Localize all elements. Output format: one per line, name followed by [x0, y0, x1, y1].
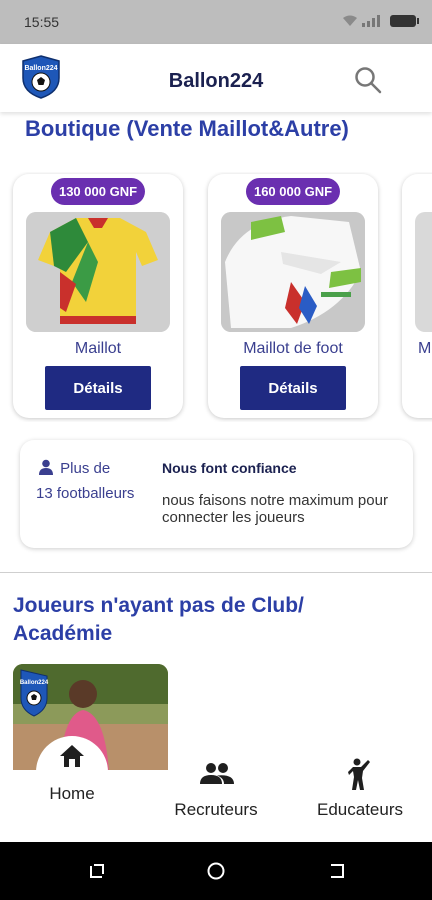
- product-name: Maillot: [74, 340, 122, 357]
- shop-section-title: Boutique (Vente Maillot&Autre): [25, 116, 349, 141]
- home-system-icon[interactable]: [207, 862, 225, 880]
- product-card[interactable]: 160 000 GNF Maillot de foot Détails: [208, 174, 378, 418]
- plus-de-text: Plus de: [60, 460, 111, 477]
- divider: [0, 572, 432, 573]
- product-image-jersey-yellow: [26, 212, 170, 332]
- product-carousel[interactable]: 130 000 GNF Maillot Détails 160 000 GNF: [0, 172, 432, 422]
- footballers-count-label: Plus de: [38, 458, 148, 480]
- wifi-icon: [343, 15, 357, 26]
- product-card[interactable]: 130 000 GNF Maillot Détails: [13, 174, 183, 418]
- people-icon: [200, 763, 234, 784]
- nav-home-label: Home: [49, 784, 95, 803]
- system-icons: [342, 15, 419, 27]
- product-name: M: [418, 340, 432, 357]
- players-section-title: Joueurs n'ayant pas de Club/ Académie: [13, 594, 304, 645]
- price-badge: 130 000 GNF: [50, 178, 146, 205]
- details-button[interactable]: Détails: [45, 366, 151, 410]
- battery-icon: [390, 15, 419, 27]
- app-bar: Ballon224 Ballon224: [0, 44, 432, 112]
- product-image-jersey-white: [221, 212, 365, 332]
- trust-card: Plus de 13 footballeurs Nous font confia…: [20, 440, 413, 548]
- trust-text: nous faisons notre maximum pour connecte…: [162, 492, 388, 526]
- status-bar: 15:55: [0, 0, 432, 44]
- person-icon: [39, 459, 53, 475]
- back-icon[interactable]: [328, 862, 346, 880]
- details-button[interactable]: Détails: [240, 366, 346, 410]
- footballers-count: 13 footballeurs: [36, 485, 135, 502]
- system-navigation-bar: [0, 842, 432, 900]
- recent-apps-icon[interactable]: [88, 862, 106, 880]
- nav-educateurs-label: Educateurs: [317, 800, 403, 819]
- svg-text:Ballon224: Ballon224: [20, 680, 49, 686]
- product-image: [415, 212, 432, 332]
- signal-icon: [362, 15, 380, 27]
- product-name: Maillot de foot: [243, 340, 343, 357]
- product-card[interactable]: M: [402, 174, 432, 418]
- nav-recruteurs-label: Recruteurs: [174, 800, 258, 819]
- sports-person-icon: [348, 758, 370, 790]
- bottom-navigation: Home Recruteurs Educateurs: [0, 736, 432, 842]
- search-icon[interactable]: [354, 66, 382, 94]
- home-icon: [60, 745, 84, 767]
- status-time: 15:55: [24, 14, 60, 30]
- trust-title: Nous font confiance: [162, 460, 297, 476]
- price-badge: 160 000 GNF: [245, 178, 341, 205]
